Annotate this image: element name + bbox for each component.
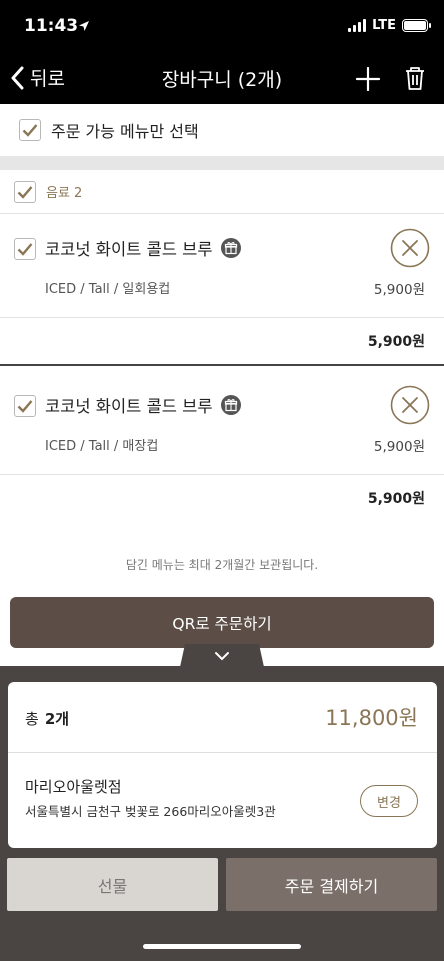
total-label: 총 xyxy=(25,710,39,728)
pay-button[interactable]: 주문 결제하기 xyxy=(226,858,437,911)
section-divider xyxy=(0,156,444,170)
summary-card: 총 2개 11,800원 마리오아울렛점 서울특별시 금천구 벚꽃로 266마리오… xyxy=(8,682,437,848)
total-count: 2개 xyxy=(44,710,70,728)
item-checkbox[interactable] xyxy=(14,238,36,260)
chevron-down-icon xyxy=(215,651,229,660)
network-label: LTE xyxy=(372,18,396,33)
item-price: 5,900원 xyxy=(373,282,425,298)
store-address: 서울특별시 금천구 벚꽃로 266마리오아울렛3관 xyxy=(25,804,276,819)
select-available-row[interactable]: 주문 가능 메뉴만 선택 xyxy=(0,104,444,156)
trash-icon xyxy=(406,67,424,90)
qr-order-button[interactable]: QR로 주문하기 xyxy=(10,597,434,648)
close-circle-icon xyxy=(390,385,430,425)
status-indicators: LTE xyxy=(348,18,431,33)
gift-button[interactable]: 선물 xyxy=(7,858,218,911)
item-name-row: 코코넛 화이트 콜드 브루 xyxy=(45,393,241,417)
item-total-row: 5,900원 xyxy=(0,318,444,364)
gift-icon xyxy=(220,238,241,258)
item-checkbox[interactable] xyxy=(14,395,36,417)
item-total: 5,900원 xyxy=(367,491,425,507)
checkmark-icon xyxy=(17,400,33,413)
item-price: 5,900원 xyxy=(373,439,425,455)
item-total-row: 5,900원 xyxy=(0,475,444,521)
status-bar: 11:43 LTE xyxy=(0,0,444,52)
item-name: 코코넛 화이트 콜드 브루 xyxy=(45,240,213,259)
remove-item-button[interactable] xyxy=(390,385,430,425)
item-total: 5,900원 xyxy=(367,334,425,350)
storage-notice: 담긴 메뉴는 최대 2개월간 보관됩니다. xyxy=(125,558,319,572)
signal-icon xyxy=(348,19,367,32)
card-divider xyxy=(8,752,437,753)
category-checkbox[interactable] xyxy=(14,180,36,203)
checkmark-icon xyxy=(22,124,38,137)
home-indicator xyxy=(143,944,301,949)
category-row[interactable]: 음료 2 xyxy=(0,170,444,214)
remove-item-button[interactable] xyxy=(390,228,430,268)
item-divider xyxy=(0,364,444,366)
store-name: 마리오아울렛점 xyxy=(25,778,122,796)
item-options: ICED / Tall / 일회용컵 xyxy=(45,282,171,297)
total-price: 11,800원 xyxy=(325,706,418,730)
select-available-checkbox[interactable] xyxy=(19,119,41,141)
item-name-row: 코코넛 화이트 콜드 브루 xyxy=(45,236,241,260)
checkmark-icon xyxy=(17,185,33,199)
category-label: 음료 2 xyxy=(46,186,83,201)
gift-icon xyxy=(220,395,241,415)
add-button[interactable] xyxy=(354,65,382,93)
app-header: 뒤로 장바구니 (2개) xyxy=(0,52,444,104)
battery-icon xyxy=(402,19,431,32)
plus-icon xyxy=(355,66,381,92)
item-name: 코코넛 화이트 콜드 브루 xyxy=(45,397,213,416)
delete-button[interactable] xyxy=(402,64,428,92)
cart-item-detail: 코코넛 화이트 콜드 브루 ICED / Tall / 일회용컵 5,900원 xyxy=(0,214,444,318)
change-store-button[interactable]: 변경 xyxy=(360,785,418,817)
select-available-label: 주문 가능 메뉴만 선택 xyxy=(51,122,199,141)
cart-item-detail: 코코넛 화이트 콜드 브루 ICED / Tall / 매장컵 5,900원 xyxy=(0,371,444,475)
close-circle-icon xyxy=(390,228,430,268)
collapse-sheet-handle[interactable] xyxy=(180,644,264,667)
item-options: ICED / Tall / 매장컵 xyxy=(45,439,159,454)
location-arrow-icon xyxy=(78,17,90,36)
total-count-row: 총 2개 xyxy=(25,708,69,729)
status-time: 11:43 xyxy=(24,16,79,36)
checkmark-icon xyxy=(17,243,33,256)
